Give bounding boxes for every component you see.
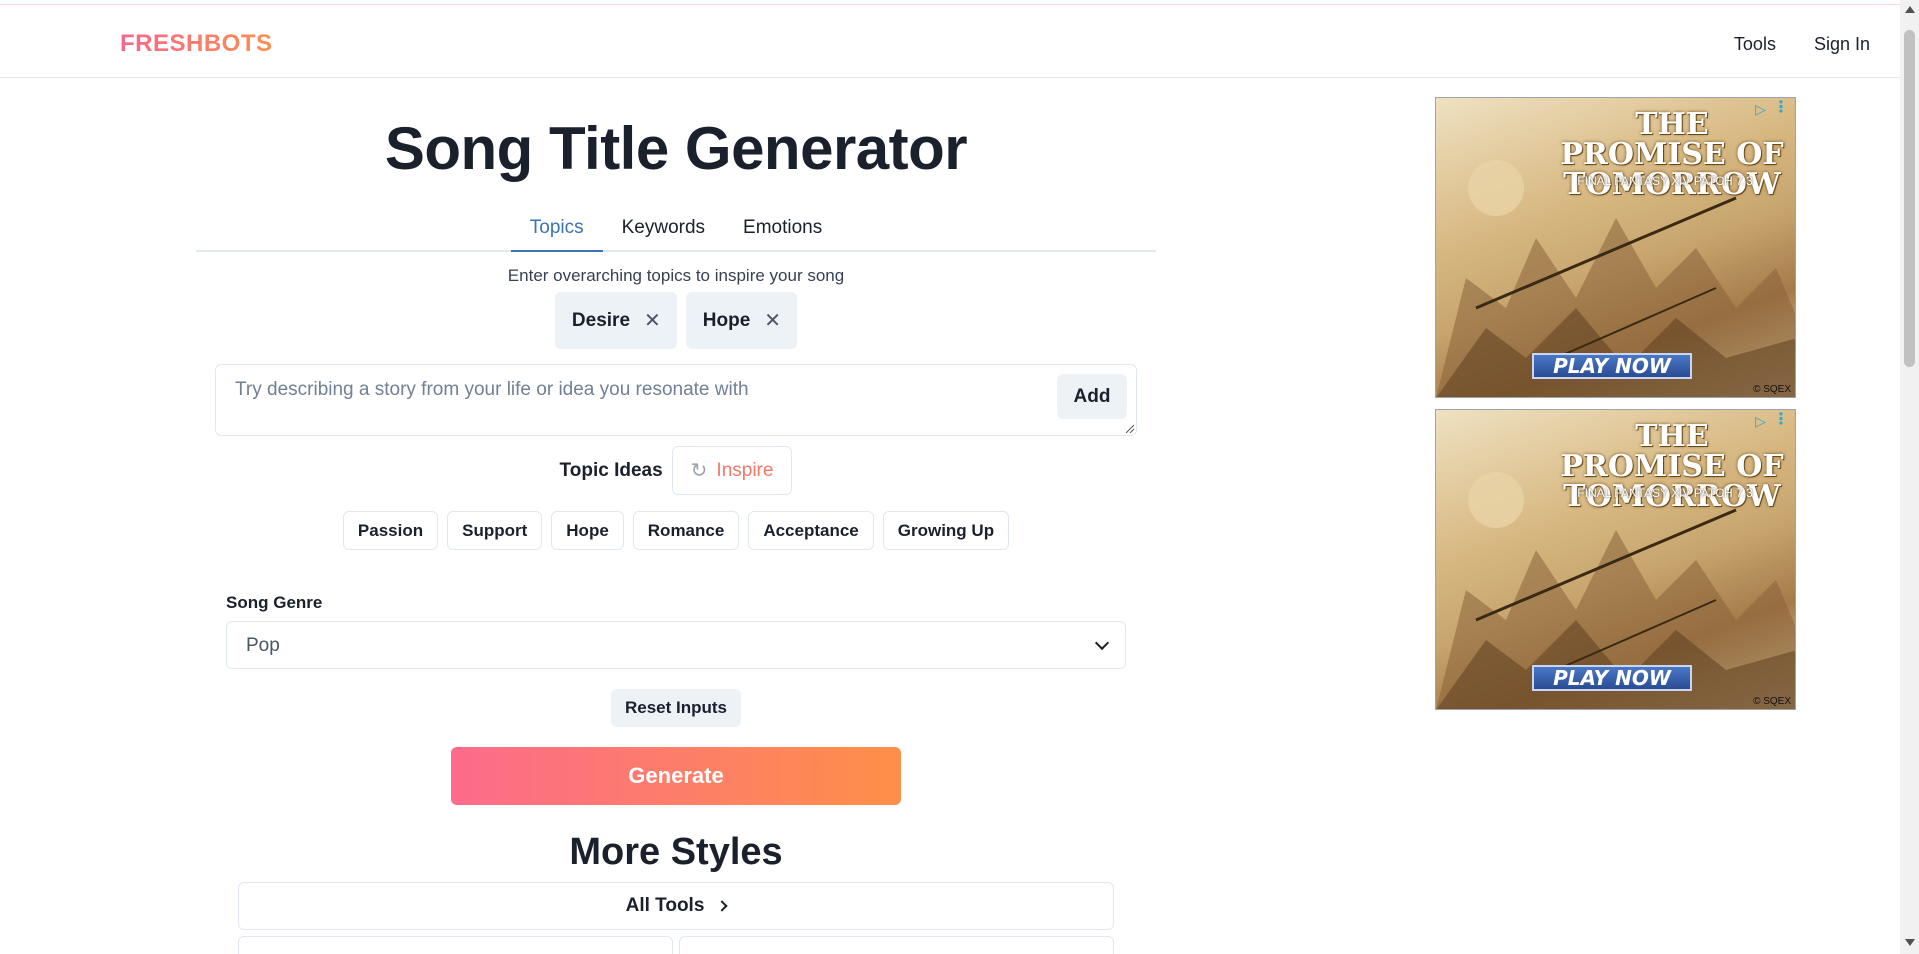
song-genre-value: Pop <box>246 635 280 656</box>
scroll-down-arrow-icon[interactable] <box>1905 939 1915 946</box>
ad-menu-icon[interactable]: ⋮ <box>1773 412 1789 428</box>
ad-banner-2[interactable]: THE PROMISE OF TOMORROW FINAL FANTASY XI… <box>1435 409 1796 710</box>
song-genre-label: Song Genre <box>226 593 323 612</box>
tab-topics[interactable]: Topics <box>510 207 603 252</box>
freshbots-logo[interactable]: FRESHBOTS <box>120 30 273 58</box>
input-tabs: Topics Keywords Emotions <box>196 207 1156 252</box>
chevron-down-icon <box>1094 635 1110 651</box>
refresh-icon: ↻ <box>690 460 708 482</box>
topic-chip-label: Hope <box>702 309 751 331</box>
chevron-right-icon <box>716 900 729 912</box>
resize-handle-icon[interactable] <box>1124 423 1134 433</box>
more-styles-title: More Styles <box>569 831 783 873</box>
topic-idea-hope[interactable]: Hope <box>551 511 624 550</box>
remove-topic-icon[interactable]: ✕ <box>644 308 661 333</box>
topic-input-box: Add <box>215 364 1137 436</box>
ad-subtitle: FINAL FANTASY XIV PATCH 7.3 <box>1577 174 1753 188</box>
site-header: FRESHBOTS Tools Sign In <box>0 6 1900 78</box>
ad-play-now-button[interactable]: PLAY NOW <box>1532 665 1692 691</box>
nav-sign-in-link[interactable]: Sign In <box>1814 34 1870 55</box>
topic-ideas-header: Topic Ideas ↻ Inspire <box>196 446 1156 495</box>
topic-idea-growing-up[interactable]: Growing Up <box>882 511 1010 550</box>
generate-button[interactable]: Generate <box>451 747 901 805</box>
page-scrollbar[interactable] <box>1900 0 1919 954</box>
ad-copyright: © SQEX <box>1753 384 1791 395</box>
ad-menu-icon[interactable]: ⋮ <box>1773 100 1789 116</box>
topic-idea-support[interactable]: Support <box>447 511 543 550</box>
more-styles-grid <box>238 936 1156 954</box>
topic-idea-romance[interactable]: Romance <box>632 511 740 550</box>
ad-banner-1[interactable]: THE PROMISE OF TOMORROW FINAL FANTASY XI… <box>1435 97 1796 398</box>
song-genre-select[interactable]: Pop <box>226 621 1126 669</box>
adchoices-icon[interactable]: ▷ <box>1755 414 1769 428</box>
topic-ideas-list: Passion Support Hope Romance Acceptance … <box>196 511 1156 550</box>
page-title: Song Title Generator <box>384 115 968 182</box>
remove-topic-icon[interactable]: ✕ <box>764 308 781 333</box>
selected-topics: Desire ✕ Hope ✕ <box>196 292 1156 349</box>
topic-chip-label: Desire <box>571 309 631 331</box>
topic-idea-acceptance[interactable]: Acceptance <box>748 511 874 550</box>
topic-input[interactable] <box>216 365 1136 435</box>
topic-chip: Desire ✕ <box>554 292 677 349</box>
top-accent-line <box>0 0 1900 5</box>
generator-panel: Song Title Generator Topics Keywords Emo… <box>196 78 1156 954</box>
add-topic-button[interactable]: Add <box>1057 374 1127 419</box>
adchoices-icon[interactable]: ▷ <box>1755 102 1769 116</box>
all-tools-button[interactable]: All Tools <box>238 882 1114 930</box>
top-nav: Tools Sign In <box>1734 34 1870 55</box>
ad-subtitle: FINAL FANTASY XIV PATCH 7.3 <box>1577 486 1753 500</box>
topic-chip: Hope ✕ <box>685 292 798 349</box>
reset-inputs-button[interactable]: Reset Inputs <box>610 689 742 727</box>
nav-tools-link[interactable]: Tools <box>1734 34 1776 55</box>
style-card[interactable] <box>238 936 673 954</box>
style-card[interactable] <box>679 936 1114 954</box>
ad-copyright: © SQEX <box>1753 696 1791 707</box>
inspire-button[interactable]: ↻ Inspire <box>671 446 793 495</box>
tab-keywords[interactable]: Keywords <box>603 207 724 252</box>
topic-idea-passion[interactable]: Passion <box>342 511 439 550</box>
all-tools-label: All Tools <box>625 895 705 916</box>
ad-play-now-button[interactable]: PLAY NOW <box>1532 353 1692 379</box>
scrollbar-thumb[interactable] <box>1904 30 1915 367</box>
tab-emotions[interactable]: Emotions <box>724 207 841 252</box>
inspire-label: Inspire <box>716 459 774 481</box>
topic-ideas-label: Topic Ideas <box>559 459 663 481</box>
scroll-up-arrow-icon[interactable] <box>1905 6 1915 13</box>
topics-hint: Enter overarching topics to inspire your… <box>507 266 845 285</box>
